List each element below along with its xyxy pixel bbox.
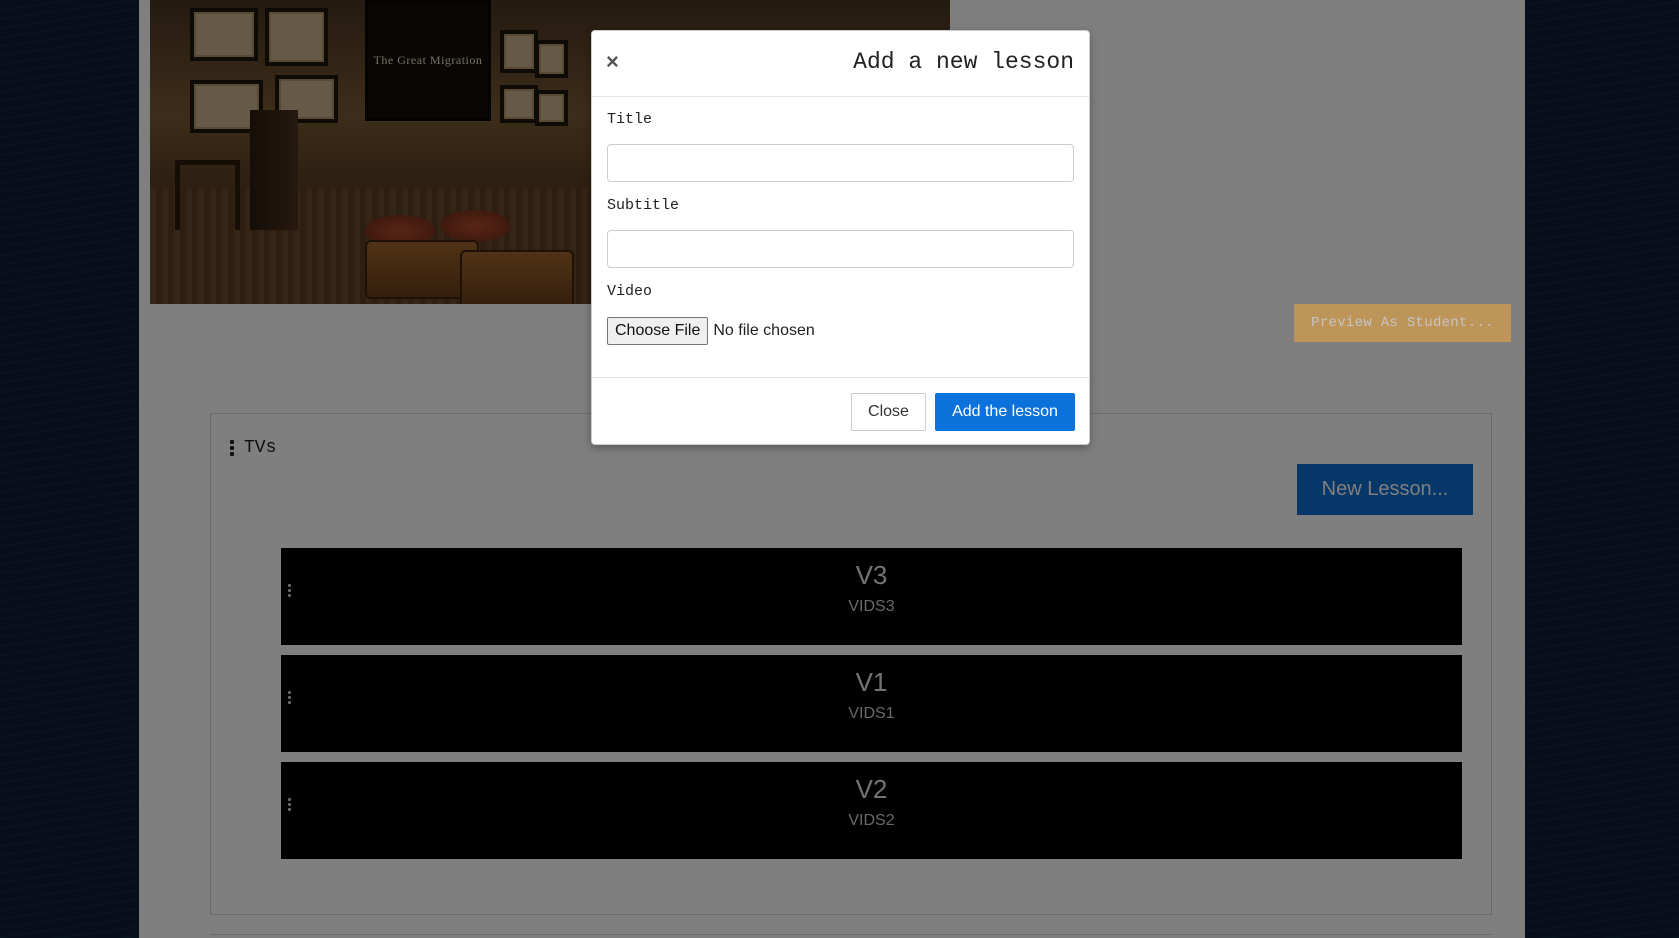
video-file-input: Choose File No file chosen	[607, 317, 815, 345]
add-lesson-modal: × Add a new lesson Title Subtitle Video …	[591, 30, 1090, 445]
title-label: Title	[607, 111, 653, 128]
file-status: No file chosen	[713, 322, 815, 339]
title-input[interactable]	[607, 144, 1074, 182]
modal-header: × Add a new lesson	[592, 31, 1089, 97]
video-label: Video	[607, 283, 653, 300]
close-button[interactable]: Close	[851, 393, 926, 431]
choose-file-button[interactable]: Choose File	[607, 317, 709, 345]
close-icon[interactable]: ×	[606, 51, 619, 73]
modal-footer: Close Add the lesson	[592, 377, 1089, 446]
modal-title: Add a new lesson	[853, 49, 1074, 75]
add-lesson-button[interactable]: Add the lesson	[935, 393, 1075, 431]
preview-as-student-button[interactable]: Preview As Student...	[1294, 304, 1511, 342]
subtitle-label: Subtitle	[607, 197, 680, 214]
subtitle-input[interactable]	[607, 230, 1074, 268]
